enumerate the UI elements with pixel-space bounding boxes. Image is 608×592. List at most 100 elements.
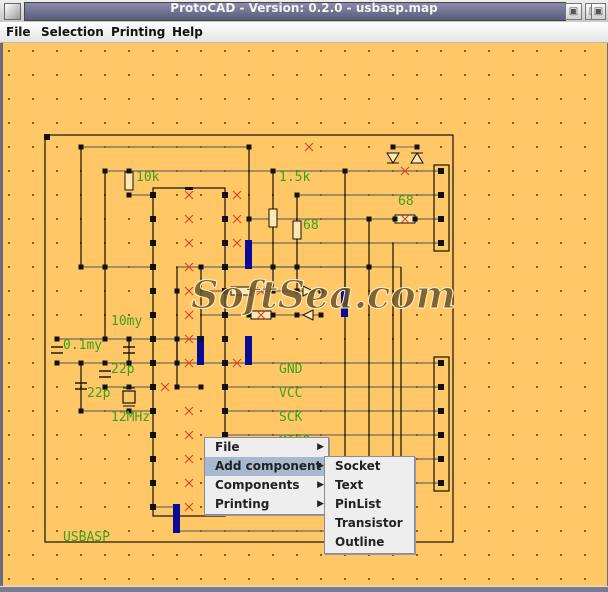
grid-dot bbox=[560, 146, 562, 148]
grid-dot bbox=[512, 458, 514, 460]
grid-dot bbox=[56, 74, 58, 76]
header-pin bbox=[438, 216, 444, 222]
grid-dot bbox=[488, 578, 490, 580]
grid-dot bbox=[176, 74, 178, 76]
grid-dot bbox=[224, 50, 226, 52]
submenu-item-socket[interactable]: Socket bbox=[325, 457, 414, 476]
grid-dot bbox=[176, 242, 178, 244]
grid-dot bbox=[464, 578, 466, 580]
pin-header-1[interactable] bbox=[433, 164, 450, 252]
grid-dot bbox=[56, 530, 58, 532]
grid-dot bbox=[152, 98, 154, 100]
grid-dot bbox=[56, 554, 58, 556]
grid-dot bbox=[32, 146, 34, 148]
ic-pin bbox=[222, 264, 228, 270]
crystal[interactable] bbox=[122, 390, 136, 404]
grid-dot bbox=[56, 458, 58, 460]
grid-dot bbox=[320, 578, 322, 580]
submenu-item-transistor[interactable]: Transistor bbox=[325, 514, 414, 533]
grid-dot bbox=[80, 122, 82, 124]
grid-dot bbox=[512, 242, 514, 244]
diode-2 bbox=[410, 152, 424, 164]
grid-dot bbox=[56, 410, 58, 412]
grid-dot bbox=[104, 434, 106, 436]
grid-dot bbox=[512, 122, 514, 124]
grid-dot bbox=[296, 578, 298, 580]
grid-dot bbox=[584, 530, 586, 532]
minimize-button[interactable]: ▣ bbox=[565, 3, 582, 20]
grid-dot bbox=[152, 530, 154, 532]
grid-dot bbox=[416, 74, 418, 76]
context-item-file[interactable]: File ▶ bbox=[205, 438, 328, 457]
context-item-add-component[interactable]: Add component ▶ bbox=[205, 457, 328, 476]
grid-dot bbox=[176, 194, 178, 196]
grid-dot bbox=[128, 458, 130, 460]
grid-dot bbox=[176, 482, 178, 484]
grid-dot bbox=[488, 146, 490, 148]
grid-dot bbox=[248, 122, 250, 124]
title-bar: ProtoCAD - Version: 0.2.0 - usbasp.map ▣… bbox=[0, 0, 608, 22]
context-item-components[interactable]: Components ▶ bbox=[205, 476, 328, 495]
grid-dot bbox=[32, 290, 34, 292]
submenu-item-text[interactable]: Text bbox=[325, 476, 414, 495]
grid-dot bbox=[464, 338, 466, 340]
submenu-item-outline[interactable]: Outline bbox=[325, 533, 414, 552]
grid-dot bbox=[464, 314, 466, 316]
context-item-printing[interactable]: Printing ▶ bbox=[205, 495, 328, 514]
grid-dot bbox=[464, 74, 466, 76]
grid-dot bbox=[248, 74, 250, 76]
ic-pin bbox=[150, 360, 156, 366]
junction-node bbox=[366, 216, 372, 222]
submenu-item-pinlist[interactable]: PinList bbox=[325, 495, 414, 514]
grid-dot bbox=[32, 170, 34, 172]
board-anchor[interactable] bbox=[44, 134, 50, 140]
menu-file[interactable]: File bbox=[6, 25, 31, 39]
junction-node bbox=[78, 144, 84, 150]
grid-dot bbox=[128, 122, 130, 124]
grid-dot bbox=[320, 146, 322, 148]
menu-help[interactable]: Help bbox=[172, 25, 203, 39]
grid-dot bbox=[56, 482, 58, 484]
grid-dot bbox=[512, 170, 514, 172]
label-c3: 22p bbox=[111, 362, 135, 377]
grid-dot bbox=[560, 122, 562, 124]
grid-dot bbox=[560, 266, 562, 268]
submenu-arrow-icon: ▶ bbox=[317, 499, 324, 509]
grid-dot bbox=[440, 74, 442, 76]
close-button[interactable]: ▣ bbox=[591, 3, 606, 20]
grid-dot bbox=[488, 386, 490, 388]
grid-dot bbox=[464, 290, 466, 292]
ic-pin bbox=[150, 288, 156, 294]
grid-dot bbox=[32, 50, 34, 52]
junction-node bbox=[78, 408, 84, 414]
grid-dot bbox=[512, 98, 514, 100]
grid-dot bbox=[368, 50, 370, 52]
grid-dot bbox=[8, 122, 10, 124]
grid-dot bbox=[128, 242, 130, 244]
grid-dot bbox=[32, 194, 34, 196]
menu-printing[interactable]: Printing bbox=[111, 25, 165, 39]
grid-dot bbox=[560, 170, 562, 172]
grid-dot bbox=[368, 554, 370, 556]
grid-dot bbox=[8, 458, 10, 460]
ic-pin bbox=[150, 432, 156, 438]
ic-pin bbox=[150, 240, 156, 246]
grid-dot bbox=[560, 578, 562, 580]
junction-node bbox=[412, 216, 418, 222]
grid-dot bbox=[344, 146, 346, 148]
menu-selection[interactable]: Selection bbox=[41, 25, 104, 39]
grid-dot bbox=[128, 530, 130, 532]
junction-node bbox=[150, 504, 156, 510]
grid-dot bbox=[584, 362, 586, 364]
pin-header-2[interactable] bbox=[433, 356, 450, 492]
context-item-label: File bbox=[215, 440, 240, 454]
grid-dot bbox=[584, 122, 586, 124]
grid-dot bbox=[488, 170, 490, 172]
grid-dot bbox=[560, 50, 562, 52]
grid-dot bbox=[368, 146, 370, 148]
grid-dot bbox=[512, 146, 514, 148]
grid-dot bbox=[584, 74, 586, 76]
grid-dot bbox=[584, 266, 586, 268]
grid-dot bbox=[464, 554, 466, 556]
grid-dot bbox=[32, 122, 34, 124]
